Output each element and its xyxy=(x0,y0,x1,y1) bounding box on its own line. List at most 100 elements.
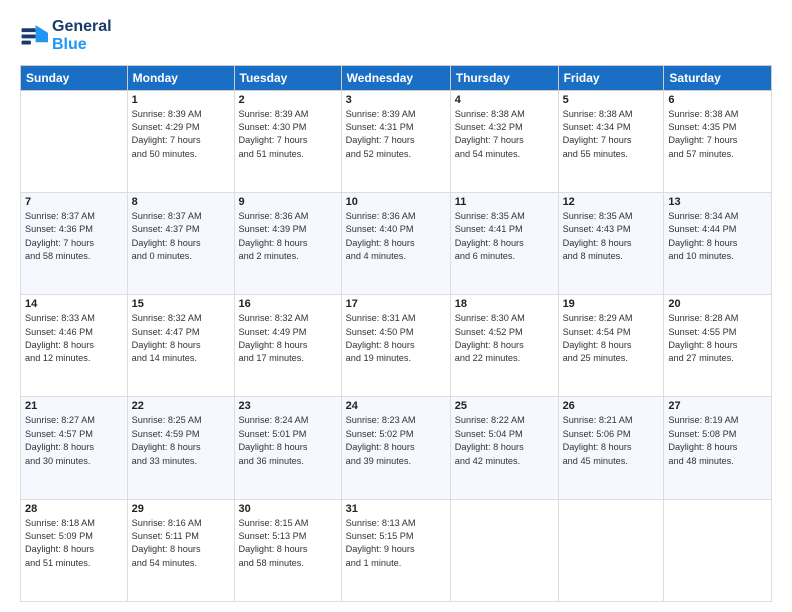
calendar-header-row: Sunday Monday Tuesday Wednesday Thursday… xyxy=(21,65,772,90)
day-info: Sunrise: 8:33 AM Sunset: 4:46 PM Dayligh… xyxy=(25,312,123,365)
day-info: Sunrise: 8:28 AM Sunset: 4:55 PM Dayligh… xyxy=(668,312,767,365)
day-info: Sunrise: 8:38 AM Sunset: 4:34 PM Dayligh… xyxy=(563,108,660,161)
table-row: 30Sunrise: 8:15 AM Sunset: 5:13 PM Dayli… xyxy=(234,499,341,601)
table-row: 14 Sunrise: 8:33 AM Sunset: 4:46 PM Dayli… xyxy=(21,295,128,397)
calendar-week-row: 28 Sunrise: 8:18 AM Sunset: 5:09 PM Dayli… xyxy=(21,499,772,601)
day-number: 6 xyxy=(668,94,767,106)
day-info: Sunrise: 8:15 AM Sunset: 5:13 PM Dayligh… xyxy=(239,517,337,570)
day-number: 23 xyxy=(239,400,337,412)
day-number: 4 xyxy=(455,94,554,106)
page: General Blue Sunday Monday Tuesday Wedne… xyxy=(0,0,792,612)
table-row xyxy=(450,499,558,601)
day-info: Sunrise: 8:34 AM Sunset: 4:44 PM Dayligh… xyxy=(668,210,767,263)
day-number: 14 xyxy=(25,298,123,310)
day-number: 19 xyxy=(563,298,660,310)
calendar-week-row: 1 Sunrise: 8:39 AM Sunset: 4:29 PM Daylig… xyxy=(21,90,772,192)
col-wednesday: Wednesday xyxy=(341,65,450,90)
table-row xyxy=(558,499,664,601)
day-number: 24 xyxy=(346,400,446,412)
day-number: 28 xyxy=(25,503,123,515)
day-info: Sunrise: 8:22 AM Sunset: 5:04 PM Dayligh… xyxy=(455,414,554,467)
calendar-week-row: 21Sunrise: 8:27 AM Sunset: 4:57 PM Dayli… xyxy=(21,397,772,499)
table-row: 8Sunrise: 8:37 AM Sunset: 4:37 PM Daylig… xyxy=(127,193,234,295)
table-row: 23 Sunrise: 8:24 AM Sunset: 5:01 PM Dayli… xyxy=(234,397,341,499)
table-row: 18Sunrise: 8:30 AM Sunset: 4:52 PM Dayli… xyxy=(450,295,558,397)
day-info: Sunrise: 8:36 AM Sunset: 4:39 PM Dayligh… xyxy=(239,210,337,263)
day-number: 7 xyxy=(25,196,123,208)
table-row: 31Sunrise: 8:13 AM Sunset: 5:15 PM Dayli… xyxy=(341,499,450,601)
day-info: Sunrise: 8:36 AM Sunset: 4:40 PM Dayligh… xyxy=(346,210,446,263)
table-row: 3Sunrise: 8:39 AM Sunset: 4:31 PM Daylig… xyxy=(341,90,450,192)
day-number: 5 xyxy=(563,94,660,106)
day-info: Sunrise: 8:32 AM Sunset: 4:47 PM Dayligh… xyxy=(132,312,230,365)
day-number: 12 xyxy=(563,196,660,208)
table-row: 6 Sunrise: 8:38 AM Sunset: 4:35 PM Daylig… xyxy=(664,90,772,192)
table-row: 15 Sunrise: 8:32 AM Sunset: 4:47 PM Dayli… xyxy=(127,295,234,397)
table-row: 11 Sunrise: 8:35 AM Sunset: 4:41 PM Dayli… xyxy=(450,193,558,295)
table-row: 27Sunrise: 8:19 AM Sunset: 5:08 PM Dayli… xyxy=(664,397,772,499)
table-row: 7Sunrise: 8:37 AM Sunset: 4:36 PM Daylig… xyxy=(21,193,128,295)
day-info: Sunrise: 8:38 AM Sunset: 4:35 PM Dayligh… xyxy=(668,108,767,161)
day-number: 18 xyxy=(455,298,554,310)
day-info: Sunrise: 8:39 AM Sunset: 4:30 PM Dayligh… xyxy=(239,108,337,161)
table-row: 25Sunrise: 8:22 AM Sunset: 5:04 PM Dayli… xyxy=(450,397,558,499)
calendar-table: Sunday Monday Tuesday Wednesday Thursday… xyxy=(20,65,772,602)
day-info: Sunrise: 8:31 AM Sunset: 4:50 PM Dayligh… xyxy=(346,312,446,365)
day-number: 15 xyxy=(132,298,230,310)
day-number: 10 xyxy=(346,196,446,208)
day-number: 31 xyxy=(346,503,446,515)
calendar-week-row: 7Sunrise: 8:37 AM Sunset: 4:36 PM Daylig… xyxy=(21,193,772,295)
day-number: 9 xyxy=(239,196,337,208)
table-row: 26Sunrise: 8:21 AM Sunset: 5:06 PM Dayli… xyxy=(558,397,664,499)
col-thursday: Thursday xyxy=(450,65,558,90)
day-info: Sunrise: 8:25 AM Sunset: 4:59 PM Dayligh… xyxy=(132,414,230,467)
day-info: Sunrise: 8:21 AM Sunset: 5:06 PM Dayligh… xyxy=(563,414,660,467)
table-row: 2Sunrise: 8:39 AM Sunset: 4:30 PM Daylig… xyxy=(234,90,341,192)
table-row: 17 Sunrise: 8:31 AM Sunset: 4:50 PM Dayli… xyxy=(341,295,450,397)
day-number: 20 xyxy=(668,298,767,310)
day-info: Sunrise: 8:39 AM Sunset: 4:31 PM Dayligh… xyxy=(346,108,446,161)
day-number: 16 xyxy=(239,298,337,310)
table-row: 9 Sunrise: 8:36 AM Sunset: 4:39 PM Daylig… xyxy=(234,193,341,295)
col-monday: Monday xyxy=(127,65,234,90)
col-sunday: Sunday xyxy=(21,65,128,90)
day-number: 11 xyxy=(455,196,554,208)
table-row: 12Sunrise: 8:35 AM Sunset: 4:43 PM Dayli… xyxy=(558,193,664,295)
col-saturday: Saturday xyxy=(664,65,772,90)
logo-icon xyxy=(20,22,48,50)
table-row: 10 Sunrise: 8:36 AM Sunset: 4:40 PM Dayli… xyxy=(341,193,450,295)
table-row: 28 Sunrise: 8:18 AM Sunset: 5:09 PM Dayli… xyxy=(21,499,128,601)
day-info: Sunrise: 8:27 AM Sunset: 4:57 PM Dayligh… xyxy=(25,414,123,467)
table-row: 22 Sunrise: 8:25 AM Sunset: 4:59 PM Dayli… xyxy=(127,397,234,499)
logo: General Blue xyxy=(20,18,112,55)
table-row: 16Sunrise: 8:32 AM Sunset: 4:49 PM Dayli… xyxy=(234,295,341,397)
day-info: Sunrise: 8:18 AM Sunset: 5:09 PM Dayligh… xyxy=(25,517,123,570)
table-row: 19 Sunrise: 8:29 AM Sunset: 4:54 PM Dayli… xyxy=(558,295,664,397)
day-info: Sunrise: 8:29 AM Sunset: 4:54 PM Dayligh… xyxy=(563,312,660,365)
table-row xyxy=(664,499,772,601)
header: General Blue xyxy=(20,18,772,55)
col-friday: Friday xyxy=(558,65,664,90)
day-number: 1 xyxy=(132,94,230,106)
table-row: 29 Sunrise: 8:16 AM Sunset: 5:11 PM Dayli… xyxy=(127,499,234,601)
day-info: Sunrise: 8:16 AM Sunset: 5:11 PM Dayligh… xyxy=(132,517,230,570)
day-info: Sunrise: 8:35 AM Sunset: 4:41 PM Dayligh… xyxy=(455,210,554,263)
day-info: Sunrise: 8:19 AM Sunset: 5:08 PM Dayligh… xyxy=(668,414,767,467)
table-row: 13 Sunrise: 8:34 AM Sunset: 4:44 PM Dayli… xyxy=(664,193,772,295)
calendar-week-row: 14 Sunrise: 8:33 AM Sunset: 4:46 PM Dayli… xyxy=(21,295,772,397)
day-number: 13 xyxy=(668,196,767,208)
day-info: Sunrise: 8:23 AM Sunset: 5:02 PM Dayligh… xyxy=(346,414,446,467)
day-info: Sunrise: 8:24 AM Sunset: 5:01 PM Dayligh… xyxy=(239,414,337,467)
day-number: 22 xyxy=(132,400,230,412)
day-info: Sunrise: 8:39 AM Sunset: 4:29 PM Dayligh… xyxy=(132,108,230,161)
table-row: 20 Sunrise: 8:28 AM Sunset: 4:55 PM Dayli… xyxy=(664,295,772,397)
table-row: 1 Sunrise: 8:39 AM Sunset: 4:29 PM Daylig… xyxy=(127,90,234,192)
day-info: Sunrise: 8:38 AM Sunset: 4:32 PM Dayligh… xyxy=(455,108,554,161)
table-row: 4 Sunrise: 8:38 AM Sunset: 4:32 PM Daylig… xyxy=(450,90,558,192)
day-number: 17 xyxy=(346,298,446,310)
table-row: 5 Sunrise: 8:38 AM Sunset: 4:34 PM Daylig… xyxy=(558,90,664,192)
logo-text: General Blue xyxy=(52,18,112,55)
table-row xyxy=(21,90,128,192)
day-number: 29 xyxy=(132,503,230,515)
table-row: 21Sunrise: 8:27 AM Sunset: 4:57 PM Dayli… xyxy=(21,397,128,499)
